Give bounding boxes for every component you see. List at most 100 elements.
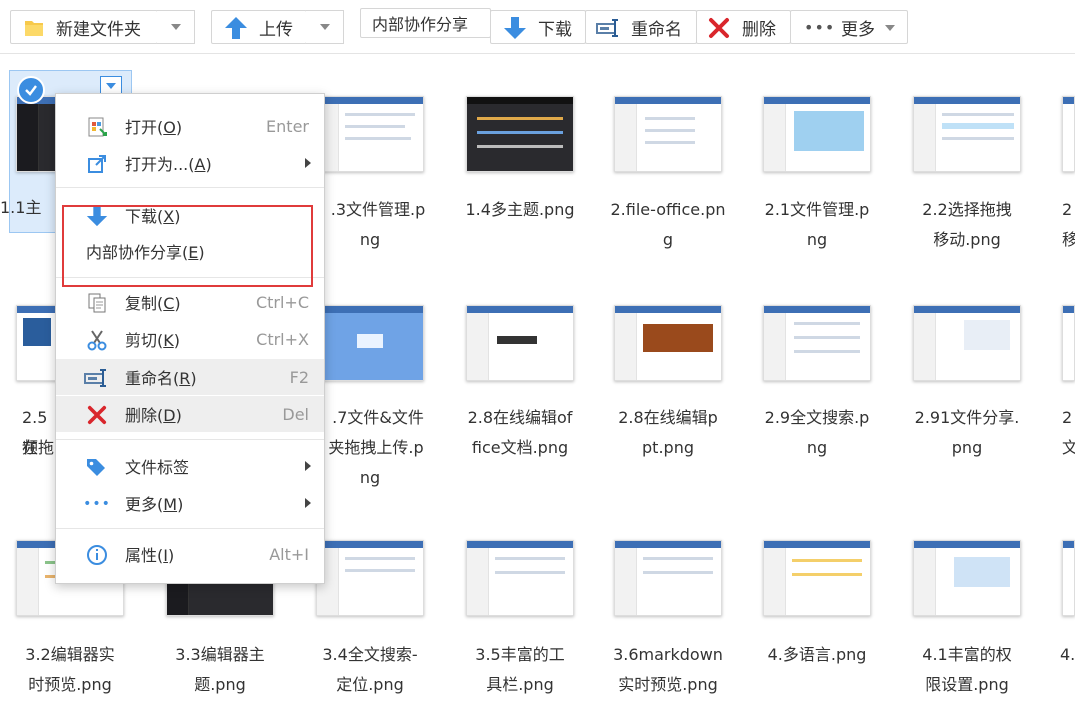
menu-item-open[interactable]: 打开(O) Enter [56,108,324,144]
menu-item-copy[interactable]: 复制(C) Ctrl+C [56,284,324,320]
menu-label: 内部协作分享( [86,243,189,262]
rename-button[interactable]: 重命名 [585,10,697,44]
menu-item-tags[interactable]: 文件标签 [56,448,324,484]
rename-icon [596,17,622,44]
close-icon [708,17,730,44]
file-name-line: fice文档.png [471,438,569,457]
menu-divider [56,187,324,188]
chevron-right-icon [305,498,311,508]
file-name-line: 夹拖拽上传.p [328,438,424,457]
file-name-line: ng [806,230,828,249]
menu-accesskey: X [163,207,175,226]
copy-icon [84,290,110,316]
menu-label: 属性( [125,546,164,565]
menu-label-end: ) [177,495,184,514]
file-name: 4.多语言.png [767,645,867,664]
file-name-line: .7文件&文件 [332,408,424,427]
file-name-line: 2.1文件管理.p [764,200,870,219]
menu-divider [56,277,324,278]
menu-shortcut: Del [282,404,309,424]
check-icon[interactable] [17,76,45,104]
menu-item-properties[interactable]: 属性(I) Alt+I [56,536,324,572]
file-thumbnail [316,305,424,381]
file-thumbnail [466,96,574,172]
file-name-line: 定位.png [336,675,404,694]
file-name-line: pt.png [642,438,694,457]
menu-divider [56,528,324,529]
chevron-right-icon [305,461,311,471]
menu-item-share[interactable]: 内部协作分享(E) [56,233,324,269]
file-name-line: 2.8在线编辑p [618,408,718,427]
file-name-line: 2 [1062,408,1073,427]
menu-shortcut: Alt+I [269,544,309,564]
toolbar: 新建文件夹 上传 内部协作分享 下载 重命名 删除 ••• 更多 [0,0,1075,54]
menu-shortcut: Enter [266,116,309,136]
download-icon [502,15,528,46]
menu-label: 下载( [125,207,164,226]
file-thumbnail [913,96,1021,172]
file-thumbnail [913,305,1021,381]
file-name-line: g [662,230,674,249]
tag-icon [84,454,110,480]
file-thumbnail [614,96,722,172]
menu-label: 重命名( [125,369,180,388]
file-name-line: 2.8在线编辑of [467,408,573,427]
menu-item-rename[interactable]: 重命名(R) F2 [56,359,324,395]
menu-label-end: ) [175,118,183,137]
file-name-line: 3.3编辑器主 [175,645,265,664]
file-name-line: 具栏.png [486,675,554,694]
chevron-right-icon [305,158,311,168]
menu-label-end: ) [175,406,182,425]
file-thumbnail [466,540,574,616]
file-thumbnail [1062,96,1075,172]
file-thumbnail [1062,540,1075,616]
menu-accesskey: E [188,243,199,262]
file-name-line: 3.5丰富的工 [475,645,565,664]
file-thumbnail [763,305,871,381]
menu-accesskey: D [163,406,176,425]
file-name-line: .3文件管理.p [330,200,426,219]
menu-item-open-as[interactable]: 打开为...(A) [56,145,324,181]
menu-shortcut: Ctrl+X [256,329,309,349]
file-name-line: 2.9全文搜索.p [764,408,870,427]
download-label: 下载 [538,19,572,40]
context-menu: 打开(O) Enter 打开为...(A) 下载(X) 内部协作分享(E) 复制… [55,93,325,584]
share-label: 内部协作分享 [372,15,469,34]
file-thumbnail [913,540,1021,616]
open-file-icon [84,114,110,140]
rename-label: 重命名 [631,19,682,40]
file-name-line: 限设置.png [925,675,1009,694]
file-name-line: png [951,438,983,457]
rename-icon [84,365,110,391]
menu-label: 更多( [125,495,164,514]
menu-accesskey: R [179,369,191,388]
menu-item-delete[interactable]: 删除(D) Del [56,396,324,432]
external-link-icon [84,151,110,177]
upload-button[interactable]: 上传 [211,10,307,44]
chevron-down-icon [885,25,895,31]
folder-icon [23,17,45,44]
menu-label-end: ) [205,155,212,174]
download-icon [84,203,110,229]
file-name-line: 3.6markdown [613,645,723,664]
file-thumbnail [316,96,424,172]
file-name-line: 2.file-office.pn [610,200,726,219]
menu-item-cut[interactable]: 剪切(K) Ctrl+X [56,321,324,357]
share-button[interactable]: 内部协作分享 [360,8,491,38]
upload-dropdown[interactable] [306,10,344,44]
delete-button[interactable]: 删除 [696,10,791,44]
close-icon [84,402,110,428]
menu-shortcut: Ctrl+C [255,292,309,312]
menu-shortcut: F2 [289,367,309,387]
new-folder-button[interactable]: 新建文件夹 [10,10,158,44]
menu-item-more[interactable]: ••• 更多(M) [56,485,324,521]
file-thumbnail [763,96,871,172]
new-folder-dropdown[interactable] [157,10,195,44]
menu-label-end: ) [174,207,181,226]
file-name-line: 题.png [194,675,246,694]
file-name-line: 文 [1062,438,1075,457]
file-name: 1.1主 [0,198,42,217]
download-button[interactable]: 下载 [490,10,586,44]
menu-item-download[interactable]: 下载(X) [56,197,324,233]
more-button[interactable]: ••• 更多 [790,10,908,44]
